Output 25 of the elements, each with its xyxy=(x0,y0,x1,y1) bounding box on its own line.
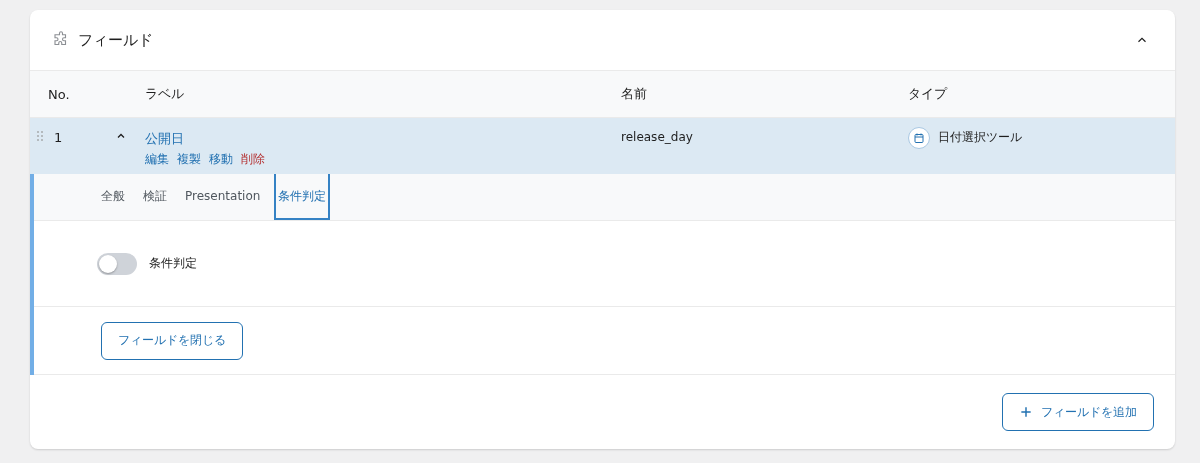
settings-tab[interactable]: 全般 xyxy=(97,174,129,220)
field-type: 日付選択ツール xyxy=(938,129,1022,146)
settings-tab[interactable]: 条件判定 xyxy=(274,174,331,220)
row-number: 1 xyxy=(54,130,63,145)
toggle-label: 条件判定 xyxy=(149,255,197,272)
add-field-button[interactable]: フィールドを追加 xyxy=(1002,393,1154,431)
field-name: release_day xyxy=(621,130,694,146)
row-action-link[interactable]: 編集 xyxy=(145,151,169,168)
settings-tab[interactable]: 検証 xyxy=(139,174,171,220)
calendar-icon xyxy=(908,127,930,149)
toggle-switch[interactable] xyxy=(97,252,137,275)
column-header: タイプ xyxy=(908,85,949,103)
close-field-button[interactable]: フィールドを閉じる xyxy=(101,321,243,360)
row-action-link[interactable]: 移動 xyxy=(209,151,233,168)
column-header: 名前 xyxy=(621,85,648,103)
add-field-label: フィールドを追加 xyxy=(1041,403,1137,421)
panel-title: フィールド xyxy=(78,30,154,50)
field-label-link[interactable]: 公開日 xyxy=(145,130,621,148)
drag-handle-icon[interactable] xyxy=(36,130,44,142)
row-action-link[interactable]: 削除 xyxy=(241,151,265,168)
column-header: ラベル xyxy=(145,85,185,103)
settings-tab[interactable]: Presentation xyxy=(181,174,265,220)
row-action-link[interactable]: 複製 xyxy=(177,151,201,168)
plus-icon xyxy=(1019,405,1033,419)
column-header: No. xyxy=(48,86,71,102)
